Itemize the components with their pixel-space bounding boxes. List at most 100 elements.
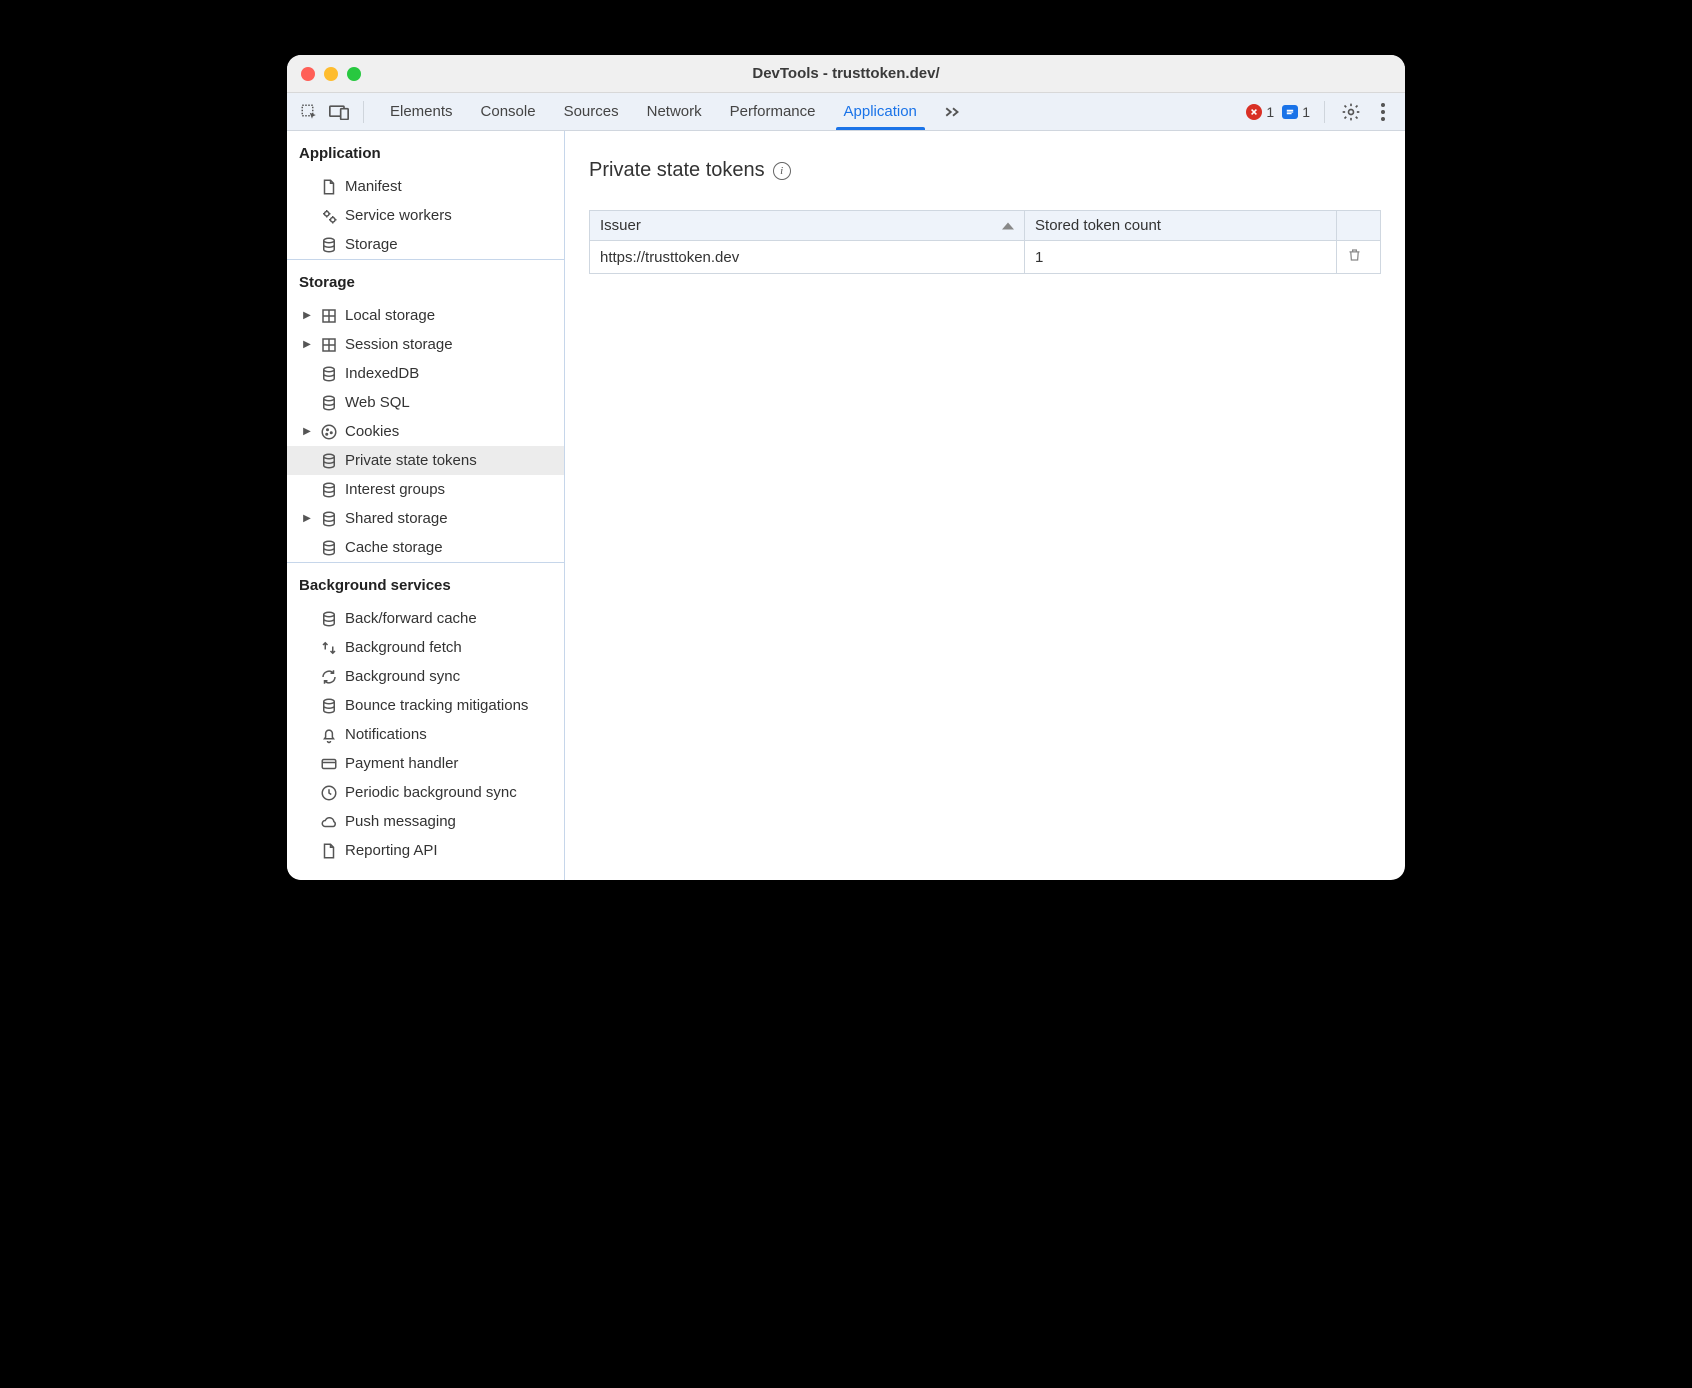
sidebar-item-back-forward-cache[interactable]: ▶Back/forward cache [287,604,564,633]
sidebar-item-service-workers[interactable]: ▶Service workers [287,201,564,230]
sidebar-item-label: IndexedDB [345,365,419,382]
table-row[interactable]: https://trusttoken.dev1 [590,241,1381,274]
tab-application[interactable]: Application [830,93,931,130]
traffic-lights [301,67,361,81]
sidebar-item-manifest[interactable]: ▶Manifest [287,172,564,201]
tab-elements[interactable]: Elements [376,93,467,130]
sidebar-item-bounce-tracking-mitigations[interactable]: ▶Bounce tracking mitigations [287,691,564,720]
panel-title: Private state tokens [589,159,765,182]
tab-performance[interactable]: Performance [716,93,830,130]
device-toolbar-icon[interactable] [327,100,351,124]
panel-title-row: Private state tokens i [589,159,1381,182]
sidebar-item-payment-handler[interactable]: ▶Payment handler [287,749,564,778]
sidebar-item-periodic-background-sync[interactable]: ▶Periodic background sync [287,778,564,807]
info-icon[interactable]: i [773,162,791,180]
sidebar-item-background-sync[interactable]: ▶Background sync [287,662,564,691]
more-tabs-icon[interactable] [941,100,965,124]
sidebar-item-label: Storage [345,236,398,253]
sync-icon [319,667,339,687]
sidebar-item-session-storage[interactable]: ▶ Session storage [287,330,564,359]
error-icon [1246,104,1262,120]
tab-sources[interactable]: Sources [550,93,633,130]
errors-count: 1 [1266,104,1274,120]
db-icon [319,509,339,529]
col-count-label: Stored token count [1035,217,1161,234]
tab-console[interactable]: Console [467,93,550,130]
cell-action [1337,241,1381,274]
sidebar-item-indexeddb[interactable]: ▶IndexedDB [287,359,564,388]
sidebar-item-storage[interactable]: ▶Storage [287,230,564,259]
sidebar-item-label: Reporting API [345,842,438,859]
messages-count: 1 [1302,104,1310,120]
expand-arrow-icon[interactable]: ▶ [301,513,313,524]
sidebar-item-cache-storage[interactable]: ▶Cache storage [287,533,564,562]
cookie-icon [319,422,339,442]
sidebar-item-label: Service workers [345,207,452,224]
section-title: Storage [287,260,564,301]
sidebar-item-notifications[interactable]: ▶Notifications [287,720,564,749]
db-icon [319,696,339,716]
sidebar-item-label: Push messaging [345,813,456,830]
tab-network[interactable]: Network [633,93,716,130]
col-action [1337,211,1381,241]
expand-arrow-icon[interactable]: ▶ [301,339,313,350]
devtools-window: DevTools - trusttoken.dev/ ElementsConso… [287,55,1405,880]
sidebar-item-cookies[interactable]: ▶Cookies [287,417,564,446]
file-icon [319,841,339,861]
toolbar-right: 1 1 [1246,100,1395,124]
sidebar-item-label: Local storage [345,307,435,324]
main-toolbar: ElementsConsoleSourcesNetworkPerformance… [287,93,1405,131]
fetch-icon [319,638,339,658]
sidebar-item-push-messaging[interactable]: ▶Push messaging [287,807,564,836]
clock-icon [319,783,339,803]
cell-count: 1 [1025,241,1337,274]
sidebar-item-interest-groups[interactable]: ▶Interest groups [287,475,564,504]
sidebar-item-shared-storage[interactable]: ▶ Shared storage [287,504,564,533]
sidebar-item-label: Back/forward cache [345,610,477,627]
sidebar-item-label: Shared storage [345,510,448,527]
expand-arrow-icon[interactable]: ▶ [301,426,313,437]
sidebar-item-label: Background fetch [345,639,462,656]
sidebar-item-label: Periodic background sync [345,784,517,801]
db-icon [319,451,339,471]
settings-icon[interactable] [1339,100,1363,124]
messages-badge[interactable]: 1 [1282,104,1310,120]
file-icon [319,177,339,197]
panel-tabs: ElementsConsoleSourcesNetworkPerformance… [376,93,931,130]
minimize-window-button[interactable] [324,67,338,81]
sidebar-item-web-sql[interactable]: ▶Web SQL [287,388,564,417]
kebab-menu-icon[interactable] [1371,100,1395,124]
card-icon [319,754,339,774]
gears-icon [319,206,339,226]
application-sidebar: Application▶Manifest▶Service workers▶Sto… [287,131,565,880]
table-icon [319,335,339,355]
sidebar-item-private-state-tokens[interactable]: ▶Private state tokens [287,446,564,475]
maximize-window-button[interactable] [347,67,361,81]
sidebar-item-reporting-api[interactable]: ▶Reporting API [287,836,564,865]
db-icon [319,364,339,384]
errors-badge[interactable]: 1 [1246,104,1274,120]
main-panel: Private state tokens i Issuer Stored tok… [565,131,1405,880]
sidebar-item-label: Notifications [345,726,427,743]
db-icon [319,393,339,413]
window-title: DevTools - trusttoken.dev/ [287,65,1405,82]
sidebar-item-background-fetch[interactable]: ▶Background fetch [287,633,564,662]
sidebar-item-label: Manifest [345,178,402,195]
table-icon [319,306,339,326]
db-icon [319,480,339,500]
sidebar-item-label: Web SQL [345,394,410,411]
db-icon [319,609,339,629]
sort-asc-icon [1002,222,1014,229]
sidebar-item-label: Session storage [345,336,453,353]
delete-icon[interactable] [1347,247,1362,263]
tokens-table: Issuer Stored token count https://trustt… [589,210,1381,274]
close-window-button[interactable] [301,67,315,81]
sidebar-item-local-storage[interactable]: ▶ Local storage [287,301,564,330]
toolbar-divider [363,101,364,123]
sidebar-item-label: Interest groups [345,481,445,498]
col-count[interactable]: Stored token count [1025,211,1337,241]
expand-arrow-icon[interactable]: ▶ [301,310,313,321]
inspect-element-icon[interactable] [297,100,321,124]
col-issuer[interactable]: Issuer [590,211,1025,241]
toolbar-divider [1324,101,1325,123]
